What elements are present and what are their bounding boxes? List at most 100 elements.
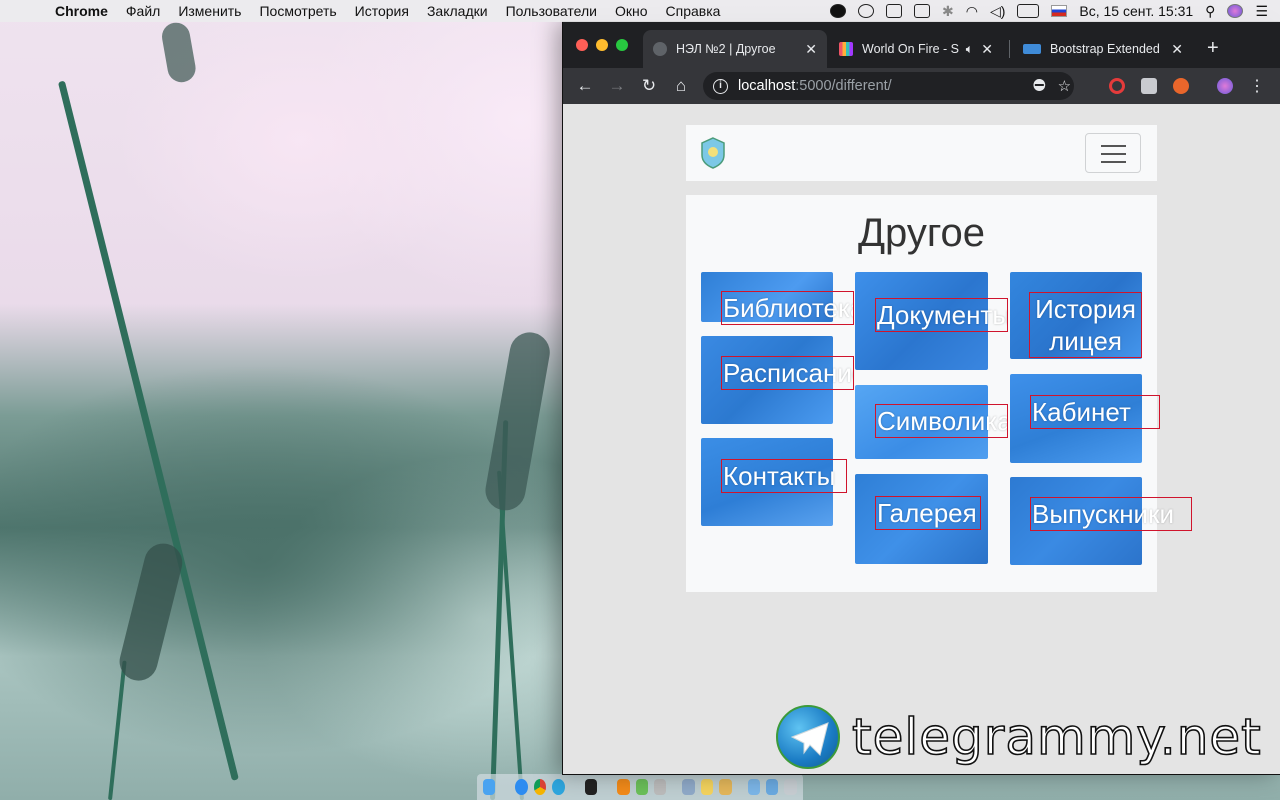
maps-icon[interactable] xyxy=(635,779,648,795)
tile-schedule[interactable]: Расписание xyxy=(701,336,854,424)
paper-plane-icon xyxy=(790,722,829,756)
menu-app-chrome[interactable]: Chrome xyxy=(46,3,117,19)
tile-symbols[interactable]: Символика xyxy=(855,385,1008,459)
tile-caption: Галерея xyxy=(875,496,981,530)
notes-icon[interactable] xyxy=(700,779,714,795)
profile-avatar-icon[interactable] xyxy=(1217,78,1233,94)
window-icon[interactable] xyxy=(914,4,930,18)
grass-seedhead xyxy=(159,20,198,85)
sublime-icon[interactable] xyxy=(617,779,630,795)
grass-seedhead xyxy=(115,539,187,685)
page-title: Другое xyxy=(857,211,986,255)
fox-extension-icon[interactable] xyxy=(1173,78,1189,94)
navbar-toggler-button[interactable] xyxy=(1085,133,1141,173)
macos-dock xyxy=(477,774,803,800)
menu-file[interactable]: Файл xyxy=(117,3,169,19)
input-source-flag-icon[interactable] xyxy=(1051,5,1068,17)
tile-contacts[interactable]: Контакты xyxy=(701,438,847,526)
tile-caption: Расписание xyxy=(721,356,854,390)
grass-stem xyxy=(108,660,127,800)
tile-caption: Символика xyxy=(875,404,1008,438)
blocked-content-icon[interactable]: ⛔︎ xyxy=(1033,77,1046,95)
url-path: :5000/different/ xyxy=(795,78,892,94)
menu-people[interactable]: Пользователи xyxy=(497,3,606,19)
chrome-menu-icon[interactable]: ⋮ xyxy=(1249,76,1265,96)
folder-icon[interactable] xyxy=(747,779,761,795)
site-navbar xyxy=(686,125,1157,181)
preview-icon[interactable] xyxy=(682,779,695,795)
tile-graduates[interactable]: Выпускники xyxy=(1010,477,1192,565)
back-arrow-icon[interactable]: ← xyxy=(569,76,601,96)
terminal-icon[interactable] xyxy=(584,779,598,795)
grass-stem xyxy=(496,470,524,800)
downloads-folder-icon[interactable] xyxy=(766,779,779,795)
minimize-window-button[interactable] xyxy=(596,39,608,51)
tile-gallery[interactable]: Галерея xyxy=(855,474,988,564)
menu-history[interactable]: История xyxy=(346,3,418,19)
battery-icon[interactable] xyxy=(1017,4,1040,18)
status-item-icon[interactable] xyxy=(830,4,846,18)
app-store-icon[interactable] xyxy=(515,779,528,795)
menu-view[interactable]: Посмотреть xyxy=(250,3,345,19)
watermark: telegrammy.net xyxy=(776,705,1262,769)
close-window-button[interactable] xyxy=(576,39,588,51)
chrome-icon[interactable] xyxy=(533,779,547,795)
tab-title: НЭЛ №2 | Другое xyxy=(676,42,776,56)
siri-icon[interactable] xyxy=(1227,4,1244,18)
target-extension-icon[interactable] xyxy=(1109,78,1125,94)
menubar-clock[interactable]: Вс, 15 сент. 15:31 xyxy=(1079,3,1193,19)
site-info-icon[interactable]: i xyxy=(713,78,728,94)
tab-title: Bootstrap Extended xyxy=(1050,42,1160,56)
menu-edit[interactable]: Изменить xyxy=(169,3,250,19)
deezer-icon xyxy=(839,42,853,56)
close-tab-icon[interactable]: ✕ xyxy=(1171,41,1183,58)
omnibox-actions: ⛔︎ ☆ xyxy=(1033,77,1071,95)
wifi-icon[interactable]: ◠ xyxy=(966,3,978,20)
globe-icon xyxy=(653,42,667,56)
bookmark-star-icon[interactable]: ☆ xyxy=(1058,77,1071,95)
speaker-icon[interactable]: 🔈︎ xyxy=(966,42,974,57)
address-bar[interactable]: i localhost :5000/different/ xyxy=(703,72,1074,100)
tile-caption: Кабинет xyxy=(1030,395,1160,429)
grass-seedhead xyxy=(482,329,553,514)
zoom-window-button[interactable] xyxy=(616,39,628,51)
school-crest-logo[interactable] xyxy=(700,137,726,169)
tile-library[interactable]: Библиотека xyxy=(701,272,854,325)
mdb-icon xyxy=(1023,44,1041,54)
content-card: Другое Библиотека Расписание Контакты До… xyxy=(686,195,1192,592)
forward-arrow-icon[interactable]: → xyxy=(601,76,633,96)
spotlight-search-icon[interactable]: ⚲ xyxy=(1205,3,1215,20)
status-area: ✱ ◠ ◁) Вс, 15 сент. 15:31 ⚲ ☰ xyxy=(830,3,1280,20)
tile-caption: Контакты xyxy=(721,459,847,493)
tile-lyceum-history[interactable]: История лицея xyxy=(1010,272,1142,359)
download-extension-icon[interactable] xyxy=(1141,78,1157,94)
tile-cabinet[interactable]: Кабинет xyxy=(1010,374,1160,463)
trash-icon[interactable] xyxy=(784,779,797,795)
chrome-window: НЭЛ №2 | Другое ✕ World On Fire - S 🔈︎ ✕… xyxy=(563,22,1280,774)
menu-window[interactable]: Окно xyxy=(606,3,657,19)
reload-icon[interactable]: ↻ xyxy=(633,76,665,96)
tab-title: World On Fire - S xyxy=(862,42,960,56)
tile-caption: Документы xyxy=(875,298,1008,332)
tab-divider xyxy=(1009,40,1010,58)
tab-world-on-fire[interactable]: World On Fire - S 🔈︎ ✕ xyxy=(829,30,1003,68)
tile-documents[interactable]: Документы xyxy=(855,272,1008,370)
tab-nel-different[interactable]: НЭЛ №2 | Другое ✕ xyxy=(643,30,827,68)
telegram-icon[interactable] xyxy=(552,779,565,795)
display-icon[interactable] xyxy=(886,4,902,18)
bluetooth-icon[interactable]: ✱ xyxy=(942,3,954,20)
finder-icon[interactable] xyxy=(483,779,496,795)
home-icon[interactable]: ⌂ xyxy=(665,76,697,96)
close-tab-icon[interactable]: ✕ xyxy=(981,41,993,58)
new-tab-button[interactable]: + xyxy=(1207,37,1219,60)
tab-bootstrap-extended[interactable]: Bootstrap Extended ✕ xyxy=(1013,30,1193,68)
menu-bookmarks[interactable]: Закладки xyxy=(418,3,497,19)
git-icon[interactable] xyxy=(653,779,667,795)
tile-caption: История лицея xyxy=(1029,292,1142,358)
volume-icon[interactable]: ◁) xyxy=(990,3,1005,20)
menu-help[interactable]: Справка xyxy=(657,3,730,19)
close-tab-icon[interactable]: ✕ xyxy=(805,41,817,58)
notification-center-icon[interactable]: ☰ xyxy=(1255,3,1268,20)
photos-icon[interactable] xyxy=(719,779,732,795)
cloud-icon[interactable] xyxy=(858,4,874,18)
